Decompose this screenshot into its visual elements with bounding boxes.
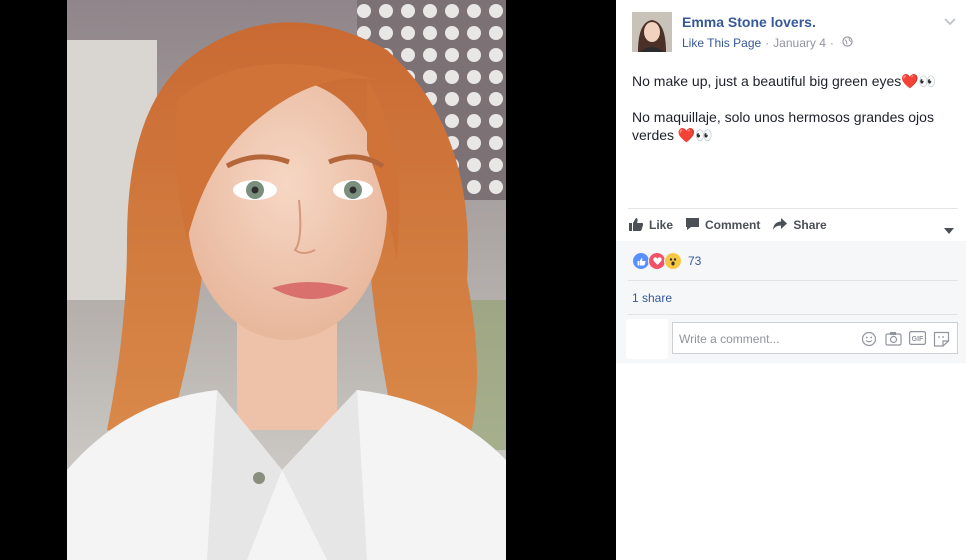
post-panel: Emma Stone lovers. Like This Page · Janu… <box>616 0 966 560</box>
globe-icon <box>842 36 853 50</box>
meta-separator-2: · <box>829 36 834 50</box>
like-label: Like <box>649 218 674 232</box>
post-text-english: No make up, just a beautiful big green e… <box>632 73 937 89</box>
wow-reaction-icon <box>664 252 682 270</box>
share-button[interactable]: Share <box>772 217 827 234</box>
camera-icon[interactable] <box>885 331 902 351</box>
page-avatar[interactable] <box>632 12 672 52</box>
commenter-avatar <box>626 319 668 359</box>
reactions-summary[interactable]: 73 <box>632 252 701 270</box>
svg-text:GIF: GIF <box>912 336 924 343</box>
gif-icon[interactable]: GIF <box>909 331 927 350</box>
thumbs-up-icon <box>628 217 649 234</box>
comment-input[interactable] <box>677 323 851 355</box>
divider <box>628 280 958 281</box>
portrait-image <box>67 0 506 560</box>
share-arrow-icon <box>772 217 793 234</box>
post-photo[interactable] <box>67 0 506 560</box>
sticker-icon[interactable] <box>933 331 950 352</box>
comment-label: Comment <box>705 218 761 232</box>
page-name-link[interactable]: Emma Stone lovers. <box>682 14 816 30</box>
meta-separator: · <box>765 36 770 50</box>
comment-button[interactable]: Comment <box>685 217 760 234</box>
photo-viewer <box>0 0 616 560</box>
divider <box>628 314 958 315</box>
post-action-bar: Like Comment Share <box>628 208 958 241</box>
like-page-link[interactable]: Like This Page <box>682 36 761 50</box>
post-date[interactable]: January 4 <box>773 36 826 50</box>
share-label: Share <box>793 218 827 232</box>
heart-emoji-2: ❤️ <box>677 127 696 143</box>
chevron-down-icon-2[interactable] <box>944 221 954 239</box>
emoji-icon[interactable] <box>861 331 877 352</box>
post-text-spanish: No maquillaje, solo unos hermosos grande… <box>632 109 934 143</box>
comment-bubble-icon <box>685 217 705 234</box>
eyes-emoji-2: 👀 <box>695 127 713 143</box>
reaction-count[interactable]: 73 <box>688 254 701 268</box>
comment-box: GIF <box>672 322 958 355</box>
heart-emoji: ❤️ <box>901 73 919 89</box>
engagement-area: 73 1 share GIF <box>616 241 966 363</box>
eyes-emoji: 👀 <box>918 73 937 89</box>
chevron-down-icon[interactable] <box>944 14 956 32</box>
post-meta: Like This Page · January 4 · <box>682 36 853 50</box>
like-button[interactable]: Like <box>628 217 673 234</box>
post-text: No make up, just a beautiful big green e… <box>632 72 952 162</box>
shares-link[interactable]: 1 share <box>632 291 672 305</box>
